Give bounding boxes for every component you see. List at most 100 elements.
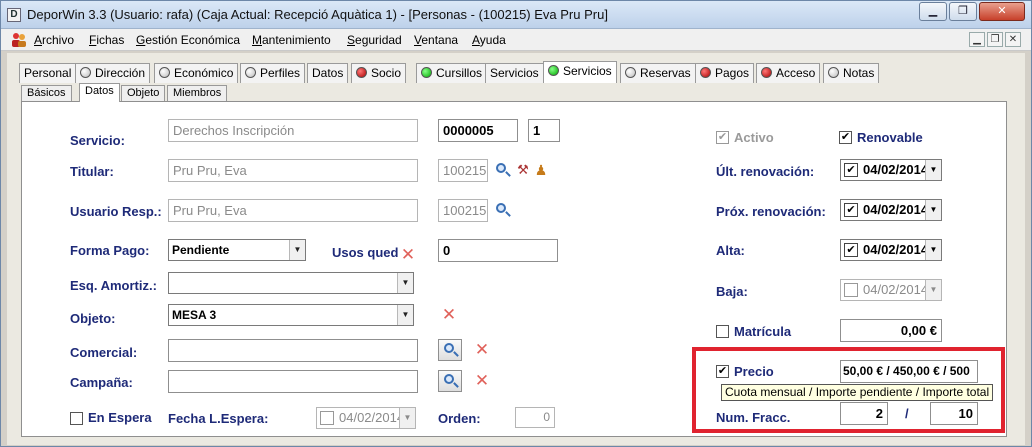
mdi-minimize-button[interactable]: ▁ xyxy=(969,32,985,47)
tab-reservas[interactable]: Reservas xyxy=(620,63,696,83)
en-espera-checkbox[interactable] xyxy=(70,412,83,425)
chevron-down-icon: ▼ xyxy=(397,305,413,325)
menu-ayuda[interactable]: Ayuda xyxy=(472,33,506,47)
date-checkbox[interactable] xyxy=(320,411,334,425)
renovable-checkbox[interactable]: ✔ xyxy=(839,131,852,144)
menu-archivo[interactable]: Archivo xyxy=(34,33,74,47)
baja-date[interactable]: 04/02/2014 ▼ xyxy=(840,279,942,301)
usuario-resp-label: Usuario Resp.: xyxy=(70,204,162,219)
menu-mantenimiento[interactable]: Mantenimiento xyxy=(252,33,331,47)
tab-acceso[interactable]: Acceso xyxy=(756,63,821,83)
forma-pago-value: Pendiente xyxy=(172,243,230,257)
orden-label: Orden: xyxy=(438,411,481,426)
tab-socio[interactable]: Socio xyxy=(351,63,407,83)
delete-icon[interactable]: ✕ xyxy=(440,306,458,324)
tab-label: Socio xyxy=(371,66,402,80)
comercial-field[interactable] xyxy=(168,339,418,362)
renovable-label: Renovable xyxy=(857,130,923,145)
minimize-button[interactable]: ▁ xyxy=(919,2,947,21)
delete-icon[interactable]: ✕ xyxy=(473,372,491,390)
delete-icon[interactable]: ✕ xyxy=(473,341,491,359)
tab-label: Personal xyxy=(24,66,72,80)
orden-field[interactable]: 0 xyxy=(515,407,555,428)
esq-amortiz-select[interactable]: ▼ xyxy=(168,272,414,294)
ult-renovacion-date[interactable]: ✔ 04/02/2014 ▼ xyxy=(840,159,942,181)
subtab-datos[interactable]: Datos xyxy=(79,83,120,102)
tab-perfiles[interactable]: Perfiles xyxy=(240,63,306,83)
mdi-close-button[interactable]: ✕ xyxy=(1005,32,1021,47)
date-checkbox[interactable]: ✔ xyxy=(844,203,858,217)
baja-label: Baja: xyxy=(716,284,748,299)
menu-gestion-economica[interactable]: Gestión Económica xyxy=(136,33,240,47)
tab-personal[interactable]: Personal xyxy=(19,63,77,83)
mdi-restore-button[interactable]: ❐ xyxy=(987,32,1003,47)
titular-field[interactable]: Pru Pru, Eva xyxy=(168,159,418,182)
menu-fichas[interactable]: Fichas xyxy=(89,33,124,47)
date-checkbox[interactable]: ✔ xyxy=(844,163,858,177)
menu-ventana[interactable]: Ventana xyxy=(414,33,458,47)
status-dot-icon xyxy=(80,67,91,78)
search-icon[interactable] xyxy=(495,161,513,179)
servicio-label: Servicio: xyxy=(70,133,125,148)
chevron-down-icon: ▼ xyxy=(925,280,941,300)
app-icon: D xyxy=(7,8,21,22)
usos-qued-field[interactable]: 0 xyxy=(438,239,558,262)
fecha-espera-value: 04/02/2014 xyxy=(339,410,405,425)
title-bar: D DeporWin 3.3 (Usuario: rafa) (Caja Act… xyxy=(1,1,1031,29)
subtab-objeto[interactable]: Objeto xyxy=(121,85,166,102)
delete-icon[interactable]: ✕ xyxy=(399,246,417,264)
search-icon xyxy=(444,374,454,384)
titular-code-field[interactable]: 100215 xyxy=(438,159,488,182)
servicio-qty-field[interactable]: 1 xyxy=(528,119,560,142)
tab-cursillos[interactable]: Cursillos xyxy=(416,63,488,83)
comercial-search-button[interactable] xyxy=(438,339,462,361)
alta-value: 04/02/2014 xyxy=(863,242,929,257)
forma-pago-select[interactable]: Pendiente ▼ xyxy=(168,239,306,261)
campana-search-button[interactable] xyxy=(438,370,462,392)
usuario-resp-code-field[interactable]: 100215 xyxy=(438,199,488,222)
matricula-checkbox[interactable] xyxy=(716,325,729,338)
tab-datos[interactable]: Datos xyxy=(307,63,349,83)
tab-notas[interactable]: Notas xyxy=(823,63,880,83)
alta-date[interactable]: ✔ 04/02/2014 ▼ xyxy=(840,239,942,261)
search-icon[interactable] xyxy=(495,201,513,219)
titular-label: Titular: xyxy=(70,164,114,179)
servicio-field[interactable]: Derechos Inscripción xyxy=(168,119,418,142)
subtab-miembros[interactable]: Miembros xyxy=(167,85,228,102)
tab-label: Dirección xyxy=(95,66,146,80)
baja-value: 04/02/2014 xyxy=(863,282,929,297)
person-icon[interactable]: ♟ xyxy=(532,161,550,179)
maximize-button[interactable]: ❐ xyxy=(949,2,977,21)
campana-label: Campaña: xyxy=(70,375,133,390)
close-button[interactable]: ✕ xyxy=(979,2,1025,21)
tools-icon[interactable]: ⚒ xyxy=(514,161,532,179)
tab-pagos[interactable]: Pagos xyxy=(695,63,755,83)
tab-servicios-active[interactable]: Servicios xyxy=(543,61,617,83)
usuario-resp-field[interactable]: Pru Pru, Eva xyxy=(168,199,418,222)
menu-bar: Archivo Fichas Gestión Económica Manteni… xyxy=(1,29,1031,51)
tab-label: Económico xyxy=(174,66,234,80)
matricula-field[interactable]: 0,00 € xyxy=(840,319,942,342)
status-dot-icon xyxy=(700,67,711,78)
servicio-code-field[interactable]: 0000005 xyxy=(438,119,518,142)
tab-label: Pagos xyxy=(715,66,750,80)
campana-field[interactable] xyxy=(168,370,418,393)
tab-label: Cursillos xyxy=(436,66,483,80)
objeto-select[interactable]: MESA 3 ▼ xyxy=(168,304,414,326)
status-dot-icon xyxy=(421,67,432,78)
prox-renovacion-date[interactable]: ✔ 04/02/2014 ▼ xyxy=(840,199,942,221)
tab-label: Servicios xyxy=(563,64,612,78)
tab-label: Acceso xyxy=(776,66,816,80)
tab-direccion[interactable]: Dirección xyxy=(75,63,151,83)
date-checkbox[interactable]: ✔ xyxy=(844,243,858,257)
activo-checkbox[interactable]: ✔ xyxy=(716,131,729,144)
tab-label: Perfiles xyxy=(260,66,301,80)
tab-servicios[interactable]: Servicios xyxy=(485,63,544,83)
date-checkbox[interactable] xyxy=(844,283,858,297)
fecha-espera-date[interactable]: 04/02/2014 ▼ xyxy=(316,407,416,429)
menu-seguridad[interactable]: Seguridad xyxy=(347,33,402,47)
tab-economico[interactable]: Económico xyxy=(154,63,239,83)
tab-label: Servicios xyxy=(490,66,539,80)
subtab-basicos[interactable]: Básicos xyxy=(21,85,72,102)
main-tabs: Personal Dirección Económico Perfiles Da… xyxy=(13,61,1013,83)
